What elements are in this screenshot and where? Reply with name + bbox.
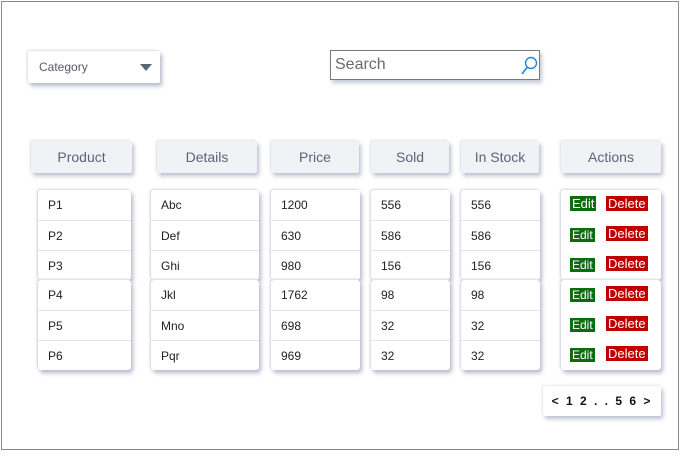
price-column: 1200 630 980 1762 698 969 — [271, 190, 360, 370]
edit-button[interactable]: Edit — [570, 288, 595, 302]
details-cell: Def — [151, 220, 259, 250]
price-cell: 980 — [271, 250, 360, 280]
edit-button[interactable]: Edit — [570, 258, 595, 272]
product-column: P1 P2 P3 P4 P5 P6 — [38, 190, 131, 370]
price-cell: 1200 — [281, 198, 308, 212]
in-stock-cell: 556 — [471, 198, 492, 212]
row-group: Edit Delete Edit Delete Edit Delete — [561, 190, 661, 280]
header-actions[interactable]: Actions — [561, 141, 661, 173]
product-cell: P5 — [38, 310, 131, 340]
delete-button[interactable]: Delete — [606, 256, 648, 271]
header-sold[interactable]: Sold — [371, 141, 449, 173]
header-price[interactable]: Price — [271, 141, 359, 173]
sold-cell: 556 — [381, 198, 402, 212]
delete-button[interactable]: Delete — [606, 196, 648, 211]
edit-button[interactable]: Edit — [570, 228, 595, 242]
header-details[interactable]: Details — [157, 141, 257, 173]
delete-button[interactable]: Delete — [606, 316, 648, 331]
header-product[interactable]: Product — [31, 141, 132, 173]
row-group: Abc Def Ghi — [151, 190, 259, 280]
price-cell: 630 — [271, 220, 360, 250]
price-cell: 1762 — [281, 288, 308, 302]
row-group: P1 P2 P3 — [38, 190, 131, 280]
sold-cell: 32 — [371, 310, 450, 340]
edit-button[interactable]: Edit — [570, 196, 597, 211]
search-input[interactable] — [335, 54, 515, 76]
in-stock-column: 556 586 156 98 32 32 — [461, 190, 540, 370]
row-group: P4 P5 P6 — [38, 280, 131, 370]
row-group: 1200 630 980 — [271, 190, 360, 280]
row-group: 556 586 156 — [371, 190, 450, 280]
details-cell: Mno — [151, 310, 259, 340]
actions-column: Edit Delete Edit Delete Edit Delete Edit… — [561, 190, 661, 370]
pagination[interactable]: < 1 2 . . 5 6 > — [543, 386, 661, 416]
in-stock-cell: 32 — [461, 310, 540, 340]
in-stock-cell: 32 — [461, 340, 540, 370]
row-group: Edit Delete Edit Delete Edit Delete — [561, 280, 661, 370]
product-cell: P2 — [38, 220, 131, 250]
product-cell: P1 — [48, 198, 63, 212]
sold-cell: 586 — [371, 220, 450, 250]
sold-cell: 156 — [371, 250, 450, 280]
delete-button[interactable]: Delete — [606, 346, 648, 361]
details-cell: Abc — [161, 198, 182, 212]
sold-cell: 98 — [381, 288, 395, 302]
category-label: Category — [39, 60, 88, 74]
delete-button[interactable]: Delete — [606, 286, 648, 301]
search-box — [330, 50, 540, 80]
caret-down-icon — [140, 64, 152, 71]
header-in-stock[interactable]: In Stock — [461, 141, 539, 173]
in-stock-cell: 98 — [471, 288, 485, 302]
sold-cell: 32 — [371, 340, 450, 370]
row-group: Jkl Mno Pqr — [151, 280, 259, 370]
details-cell: Pqr — [151, 340, 259, 370]
product-cell: P3 — [38, 250, 131, 280]
search-icon[interactable] — [520, 56, 538, 76]
row-group: 1762 698 969 — [271, 280, 360, 370]
sold-column: 556 586 156 98 32 32 — [371, 190, 450, 370]
row-group: 98 32 32 — [371, 280, 450, 370]
delete-button[interactable]: Delete — [606, 226, 648, 241]
row-group: 98 32 32 — [461, 280, 540, 370]
price-cell: 969 — [271, 340, 360, 370]
details-cell: Ghi — [151, 250, 259, 280]
product-cell: P6 — [38, 340, 131, 370]
edit-button[interactable]: Edit — [570, 318, 595, 332]
row-group: 556 586 156 — [461, 190, 540, 280]
in-stock-cell: 156 — [461, 250, 540, 280]
category-dropdown[interactable]: Category — [28, 51, 160, 83]
price-cell: 698 — [271, 310, 360, 340]
edit-button[interactable]: Edit — [570, 348, 595, 362]
details-cell: Jkl — [161, 288, 176, 302]
in-stock-cell: 586 — [461, 220, 540, 250]
details-column: Abc Def Ghi Jkl Mno Pqr — [151, 190, 259, 370]
product-cell: P4 — [48, 288, 63, 302]
